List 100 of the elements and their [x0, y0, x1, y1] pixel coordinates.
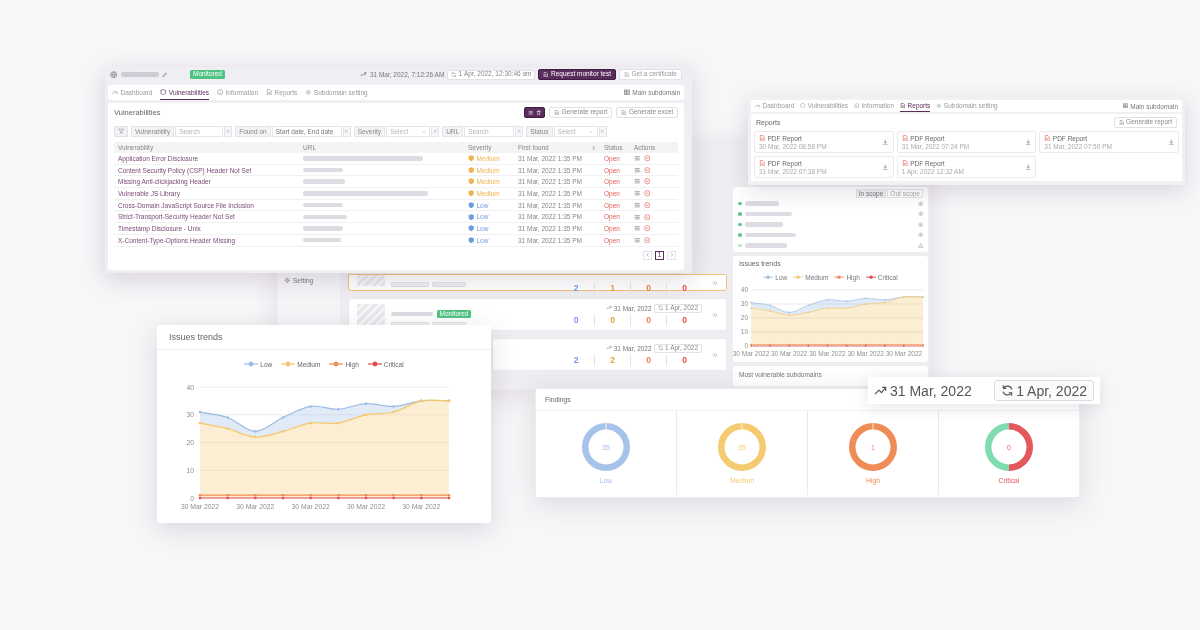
clear-button[interactable] [598, 126, 607, 137]
globe-icon [110, 70, 118, 79]
table-icon [623, 89, 631, 96]
document-icon [900, 102, 906, 109]
eye-icon[interactable] [917, 232, 923, 238]
trend-icon [606, 305, 612, 311]
legend-marker-icon [865, 274, 876, 280]
chevron-down-icon [588, 128, 594, 135]
file-icon [901, 134, 909, 142]
file-icon [759, 134, 766, 142]
gear-icon [936, 102, 942, 109]
issue-count: 0 [646, 283, 651, 293]
thumbnail-placeholder [357, 303, 385, 326]
blurred-text [303, 179, 345, 184]
subdomain-card[interactable]: 2 1 0 0 [348, 274, 727, 291]
blurred-tag [432, 282, 466, 287]
legend-marker-icon [281, 361, 296, 367]
document-icon [1118, 119, 1125, 126]
download-button[interactable] [1167, 138, 1174, 146]
list-icon[interactable] [634, 166, 641, 174]
issue-count: 0 [682, 315, 687, 325]
list-icon[interactable] [634, 178, 641, 185]
download-button[interactable] [882, 138, 889, 146]
issue-count: 0 [682, 283, 687, 293]
issue-count: 0 [610, 315, 615, 325]
legend-marker-icon [244, 361, 259, 367]
close-icon [432, 129, 438, 134]
minus-circle-icon[interactable] [643, 213, 650, 221]
issue-count: 1 [610, 283, 615, 293]
file-icon [759, 159, 766, 167]
list-icon [528, 109, 534, 116]
legend-marker-icon [834, 274, 845, 280]
issue-count: 0 [573, 315, 579, 325]
eye-icon[interactable] [917, 221, 923, 227]
chevrons-right-icon[interactable] [712, 351, 718, 358]
shield-icon [800, 102, 806, 109]
eye-icon[interactable] [917, 211, 923, 217]
filter-button[interactable] [114, 126, 128, 137]
refresh-icon [657, 345, 664, 351]
minus-circle-icon[interactable] [643, 236, 650, 244]
document-icon [554, 109, 560, 116]
download-button[interactable] [1024, 163, 1032, 171]
issue-count: 0 [646, 315, 651, 325]
download-icon [1024, 163, 1032, 171]
blurred-text [744, 201, 779, 206]
chevron-right-icon [668, 252, 675, 258]
trend-icon [360, 71, 367, 78]
list-icon[interactable] [634, 225, 641, 232]
close-icon [516, 129, 522, 134]
document-icon [623, 71, 630, 78]
download-button[interactable] [1024, 138, 1032, 146]
clear-button[interactable] [224, 126, 233, 137]
trash-icon [535, 109, 541, 116]
previous-page-button[interactable] [643, 250, 652, 260]
dashboard-icon [112, 88, 119, 96]
blurred-text [303, 214, 347, 220]
minus-circle-icon[interactable] [643, 190, 650, 197]
date-button[interactable]: 1 Apr, 2022 [994, 380, 1094, 401]
sort-icon[interactable] [590, 144, 596, 151]
refresh-icon [1001, 384, 1015, 397]
chevron-left-icon [644, 252, 651, 258]
list-icon[interactable] [634, 236, 641, 244]
list-icon[interactable] [634, 213, 641, 221]
legend-marker-icon [329, 361, 344, 367]
clear-button[interactable] [431, 126, 440, 137]
download-icon [882, 138, 889, 146]
file-icon [1044, 134, 1051, 142]
minus-circle-icon[interactable] [643, 201, 650, 209]
minus-circle-icon[interactable] [643, 178, 650, 185]
download-button[interactable] [882, 163, 889, 171]
minus-circle-icon[interactable] [643, 155, 650, 162]
clear-button[interactable] [342, 126, 351, 137]
pencil-icon[interactable] [161, 71, 167, 78]
list-icon[interactable] [634, 201, 641, 209]
gear-icon [305, 88, 312, 96]
eye-icon[interactable] [917, 200, 923, 206]
thumbnail-placeholder [357, 275, 385, 286]
minus-circle-icon[interactable] [643, 166, 650, 174]
chevrons-right-icon[interactable] [712, 311, 718, 318]
document-icon [621, 109, 627, 116]
shield-icon [160, 88, 167, 96]
view-toggle-button[interactable] [524, 107, 545, 118]
chevrons-right-icon[interactable] [712, 279, 718, 286]
clear-button[interactable] [515, 126, 524, 137]
close-icon [344, 129, 349, 134]
download-icon [1024, 138, 1032, 146]
document-icon [266, 88, 273, 96]
list-icon[interactable] [634, 190, 641, 197]
trend-icon [606, 345, 612, 351]
blurred-text [744, 232, 796, 237]
warning-icon[interactable] [917, 242, 923, 248]
trend-icon [874, 384, 887, 397]
issue-count: 0 [646, 355, 651, 365]
dashboard-icon [755, 102, 761, 109]
minus-circle-icon[interactable] [643, 225, 650, 232]
next-page-button[interactable] [667, 250, 676, 260]
list-icon[interactable] [634, 155, 641, 162]
legend-marker-icon [763, 274, 774, 280]
table-icon [1122, 103, 1129, 109]
issue-count: 0 [682, 355, 687, 365]
